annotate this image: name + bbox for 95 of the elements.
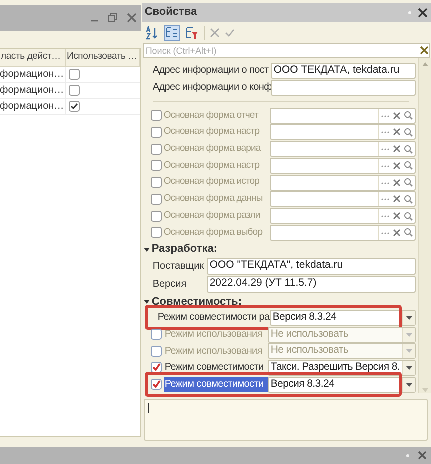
panel-title: Свойства <box>144 5 198 20</box>
form-field[interactable] <box>270 191 416 208</box>
search-icon[interactable] <box>404 128 413 137</box>
sort-icon[interactable] <box>144 26 159 40</box>
field-label: Основная форма настр <box>164 125 261 140</box>
table-cell: формацион… <box>0 99 66 114</box>
field-label: Режим совместимости ра <box>156 311 270 326</box>
delete-icon[interactable] <box>210 28 220 38</box>
field-label: Основная форма настр <box>164 158 261 173</box>
checkbox[interactable] <box>69 101 80 112</box>
checkbox[interactable] <box>150 210 162 222</box>
search-icon[interactable] <box>404 178 413 188</box>
pin-icon[interactable] <box>408 10 412 16</box>
text-field[interactable]: ООО ТЕКДАТА, tekdata.ru <box>270 62 416 79</box>
scroll-up-icon[interactable] <box>422 62 428 67</box>
close-icon[interactable] <box>418 8 428 18</box>
column-header[interactable]: ласть дейст… <box>0 49 66 66</box>
clear-icon[interactable] <box>393 228 401 237</box>
field-label: Адрес информации о пост <box>152 64 270 78</box>
dropdown-field[interactable]: Версия 8.3.24 <box>268 376 416 393</box>
checkbox[interactable] <box>150 126 162 138</box>
text-field[interactable]: 2022.04.29 (УТ 11.5.7) <box>206 276 416 293</box>
field-label: Основная форма вариа <box>164 142 262 156</box>
clear-icon[interactable] <box>420 46 429 55</box>
search-icon[interactable] <box>404 161 413 170</box>
field-label: Основная форма истор <box>164 175 261 190</box>
table-cell: формацион… <box>0 67 66 82</box>
expand-triangle-icon[interactable] <box>144 246 150 253</box>
ellipsis-icon[interactable] <box>381 214 390 218</box>
clear-icon[interactable] <box>393 145 401 154</box>
field-label: Основная форма отчет <box>164 108 260 123</box>
form-field[interactable] <box>270 174 416 191</box>
section-header: Совместимость: <box>152 294 242 310</box>
checkbox[interactable] <box>150 177 162 188</box>
search-icon[interactable] <box>404 111 413 120</box>
field-label: Основная форма выбор <box>164 226 264 240</box>
pin-icon[interactable] <box>406 452 410 458</box>
table-cell: формацион… <box>0 83 66 98</box>
dropdown-arrow-icon[interactable] <box>406 382 412 387</box>
checkbox[interactable] <box>69 85 80 96</box>
field-label: Режим использования <box>164 328 264 342</box>
text-field[interactable] <box>270 80 416 96</box>
filter-icon[interactable] <box>184 26 199 40</box>
checkbox[interactable] <box>150 144 162 155</box>
dropdown-arrow-icon[interactable] <box>406 366 412 370</box>
form-field[interactable] <box>270 158 416 174</box>
search-icon[interactable] <box>404 144 413 154</box>
field-label: Режим совместимости <box>164 377 268 392</box>
field-label: Основная форма данны <box>164 192 264 206</box>
clear-icon[interactable] <box>393 162 401 170</box>
ellipsis-icon[interactable] <box>381 197 390 202</box>
form-field[interactable] <box>270 141 416 158</box>
search-icon[interactable] <box>404 194 413 204</box>
form-field[interactable] <box>270 208 416 224</box>
checkbox[interactable] <box>150 160 162 172</box>
clear-icon[interactable] <box>393 212 401 220</box>
search-icon[interactable] <box>404 228 413 238</box>
checkbox[interactable] <box>69 69 80 80</box>
text-field[interactable]: ООО "ТЕКДАТА", tekdata.ru <box>206 258 416 275</box>
field-label: Режим использования <box>164 344 264 359</box>
ellipsis-icon[interactable] <box>381 130 390 134</box>
ellipsis-icon[interactable] <box>381 147 390 152</box>
ellipsis-icon[interactable] <box>381 114 390 118</box>
field-label: Режим совместимости <box>164 361 265 376</box>
ellipsis-icon[interactable] <box>381 230 390 235</box>
dropdown-field[interactable]: Версия 8.3.24 <box>270 310 416 326</box>
checkbox[interactable] <box>150 362 162 374</box>
dropdown-arrow-icon[interactable] <box>406 316 412 320</box>
restore-icon[interactable] <box>108 13 118 23</box>
field-label: Основная форма разли <box>164 208 262 223</box>
close-icon[interactable] <box>418 451 427 460</box>
clear-icon[interactable] <box>393 195 401 204</box>
description-field[interactable] <box>144 399 428 441</box>
clear-icon[interactable] <box>393 112 401 120</box>
checkbox[interactable] <box>150 227 162 238</box>
checkbox[interactable] <box>150 194 162 205</box>
check-icon[interactable] <box>224 28 235 38</box>
clear-icon[interactable] <box>393 178 401 187</box>
scrollbar[interactable] <box>418 58 431 393</box>
category-view-icon[interactable] <box>164 24 180 40</box>
search-box[interactable]: Поиск (Ctrl+Alt+I) <box>142 43 430 58</box>
column-header[interactable]: Использовать … <box>66 49 140 66</box>
form-field[interactable] <box>270 108 416 124</box>
search-icon[interactable] <box>404 212 413 221</box>
expand-triangle-icon[interactable] <box>144 298 150 305</box>
form-field[interactable] <box>270 124 416 140</box>
section-header: Разработка: <box>152 242 218 258</box>
ellipsis-icon[interactable] <box>381 180 390 185</box>
form-field[interactable] <box>270 224 416 241</box>
field-label: Версия <box>152 278 188 292</box>
checkbox[interactable] <box>150 379 162 390</box>
checkbox[interactable] <box>150 110 162 122</box>
clear-icon[interactable] <box>393 128 401 136</box>
ellipsis-icon[interactable] <box>381 164 390 168</box>
field-label: Поставщик <box>152 260 206 274</box>
